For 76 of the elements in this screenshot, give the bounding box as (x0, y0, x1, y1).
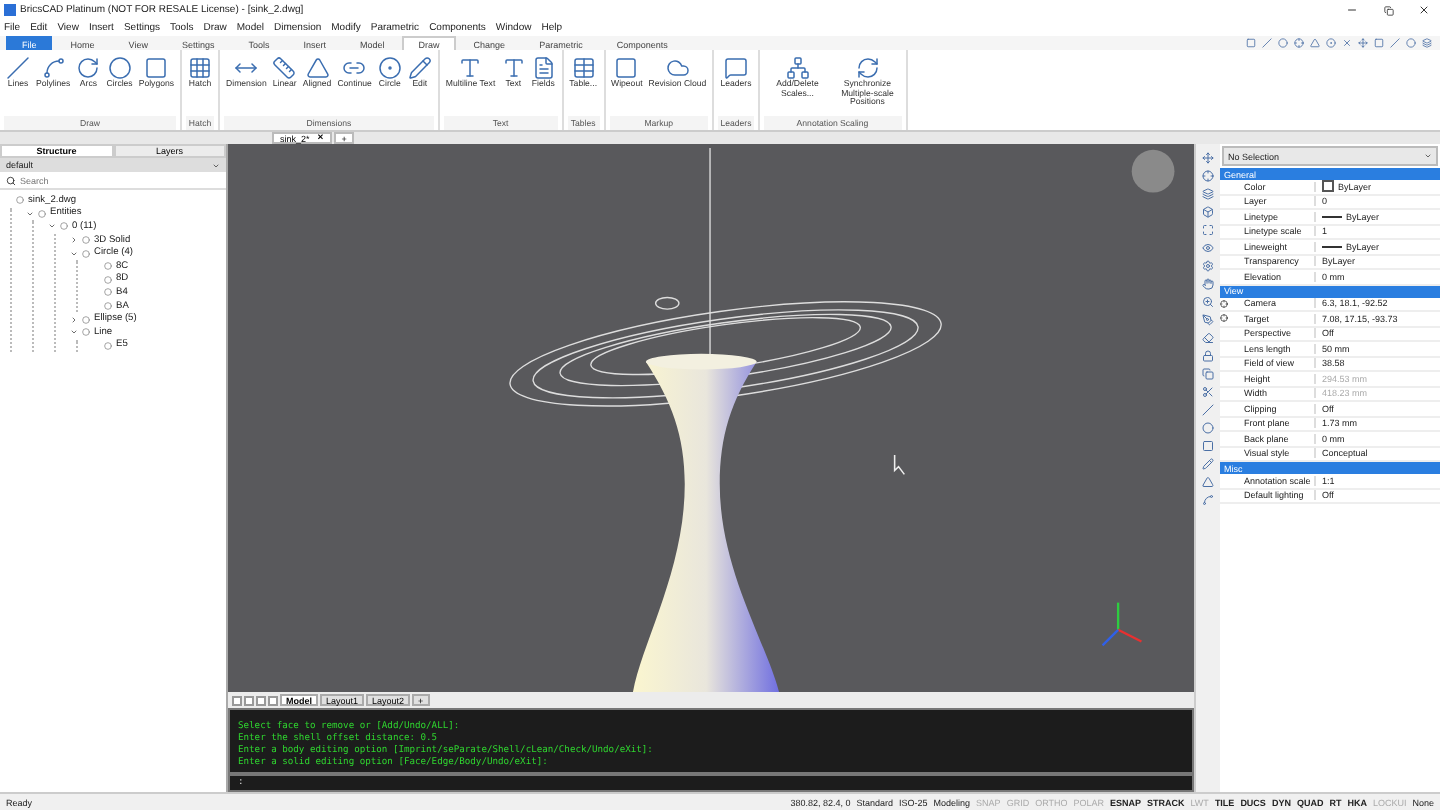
square-icon (614, 56, 639, 80)
eye-icon[interactable] (1202, 242, 1214, 254)
node-icon (104, 288, 112, 297)
polyline-icon (41, 56, 66, 80)
settings-icon[interactable] (1202, 260, 1214, 272)
square-icon[interactable] (1202, 440, 1214, 452)
move-icon[interactable] (1358, 38, 1368, 48)
curve-icon[interactable] (1202, 494, 1214, 506)
color-swatch (1322, 180, 1334, 193)
cursor-icon (893, 454, 906, 476)
hand-icon[interactable] (1202, 278, 1214, 290)
cloud-icon (665, 56, 690, 80)
node-icon (82, 315, 90, 324)
triangle-icon[interactable] (1310, 38, 1320, 48)
pencil-icon[interactable] (1202, 458, 1214, 470)
arc-icon (76, 56, 101, 80)
node-icon (104, 275, 112, 284)
node-icon (60, 222, 68, 231)
node-icon (104, 262, 112, 271)
document-icon (531, 56, 556, 80)
node-icon (104, 302, 112, 311)
app-icon (4, 4, 16, 16)
move-icon[interactable] (1202, 152, 1214, 164)
circle-icon[interactable] (1278, 38, 1288, 48)
scissors-icon[interactable] (1202, 386, 1214, 398)
navigation-sphere-icon[interactable] (1131, 149, 1175, 193)
eraser-icon[interactable] (1202, 332, 1214, 344)
lock-icon[interactable] (1202, 350, 1214, 362)
line-icon (6, 56, 30, 80)
rectangle-icon (144, 56, 169, 80)
table-icon (571, 56, 596, 80)
node-icon (82, 249, 90, 258)
circle-dot-icon[interactable] (1326, 38, 1336, 48)
pick-icon[interactable] (1220, 314, 1228, 323)
node-icon (104, 341, 112, 350)
search-icon (6, 175, 16, 185)
copy-icon[interactable] (1202, 368, 1214, 380)
line-sample (1322, 245, 1342, 248)
pen-icon[interactable] (1202, 314, 1214, 326)
triangle-icon[interactable] (1202, 476, 1214, 488)
pick-icon[interactable] (1220, 299, 1228, 308)
layers-icon[interactable] (1202, 188, 1214, 200)
model-viewport[interactable] (228, 144, 1194, 692)
circle-icon[interactable] (1406, 38, 1416, 48)
close-icon (1418, 4, 1430, 16)
pencil-icon (407, 56, 432, 80)
line-icon[interactable] (1262, 38, 1272, 48)
sync-icon (855, 56, 880, 80)
text-icon (458, 56, 483, 80)
text-icon (501, 56, 526, 80)
square-icon[interactable] (1246, 38, 1256, 48)
minimize-icon (1346, 4, 1358, 16)
crosshair-icon[interactable] (1202, 170, 1214, 182)
layers-icon[interactable] (1422, 38, 1432, 48)
node-icon (16, 196, 24, 205)
triangle-icon (305, 56, 330, 80)
circle-dot-icon (377, 56, 402, 80)
circle-icon (107, 56, 132, 80)
zoom-in-icon[interactable] (1202, 296, 1214, 308)
node-icon (38, 209, 46, 218)
line-icon[interactable] (1202, 404, 1214, 416)
hierarchy-icon (785, 56, 810, 80)
hatch-icon (188, 56, 213, 80)
ucs-axes-icon (1101, 602, 1142, 647)
node-icon (82, 236, 90, 245)
crosshair-icon[interactable] (1294, 38, 1304, 48)
leader-icon (723, 56, 748, 80)
restore-icon (1383, 5, 1393, 15)
cube-icon[interactable] (1202, 206, 1214, 218)
line-sample (1322, 215, 1342, 218)
ruler-icon (272, 56, 297, 80)
chain-icon (342, 56, 367, 80)
node-icon (82, 328, 90, 337)
line-icon[interactable] (1390, 38, 1400, 48)
square-icon[interactable] (1374, 38, 1384, 48)
circle-icon[interactable] (1202, 422, 1214, 434)
